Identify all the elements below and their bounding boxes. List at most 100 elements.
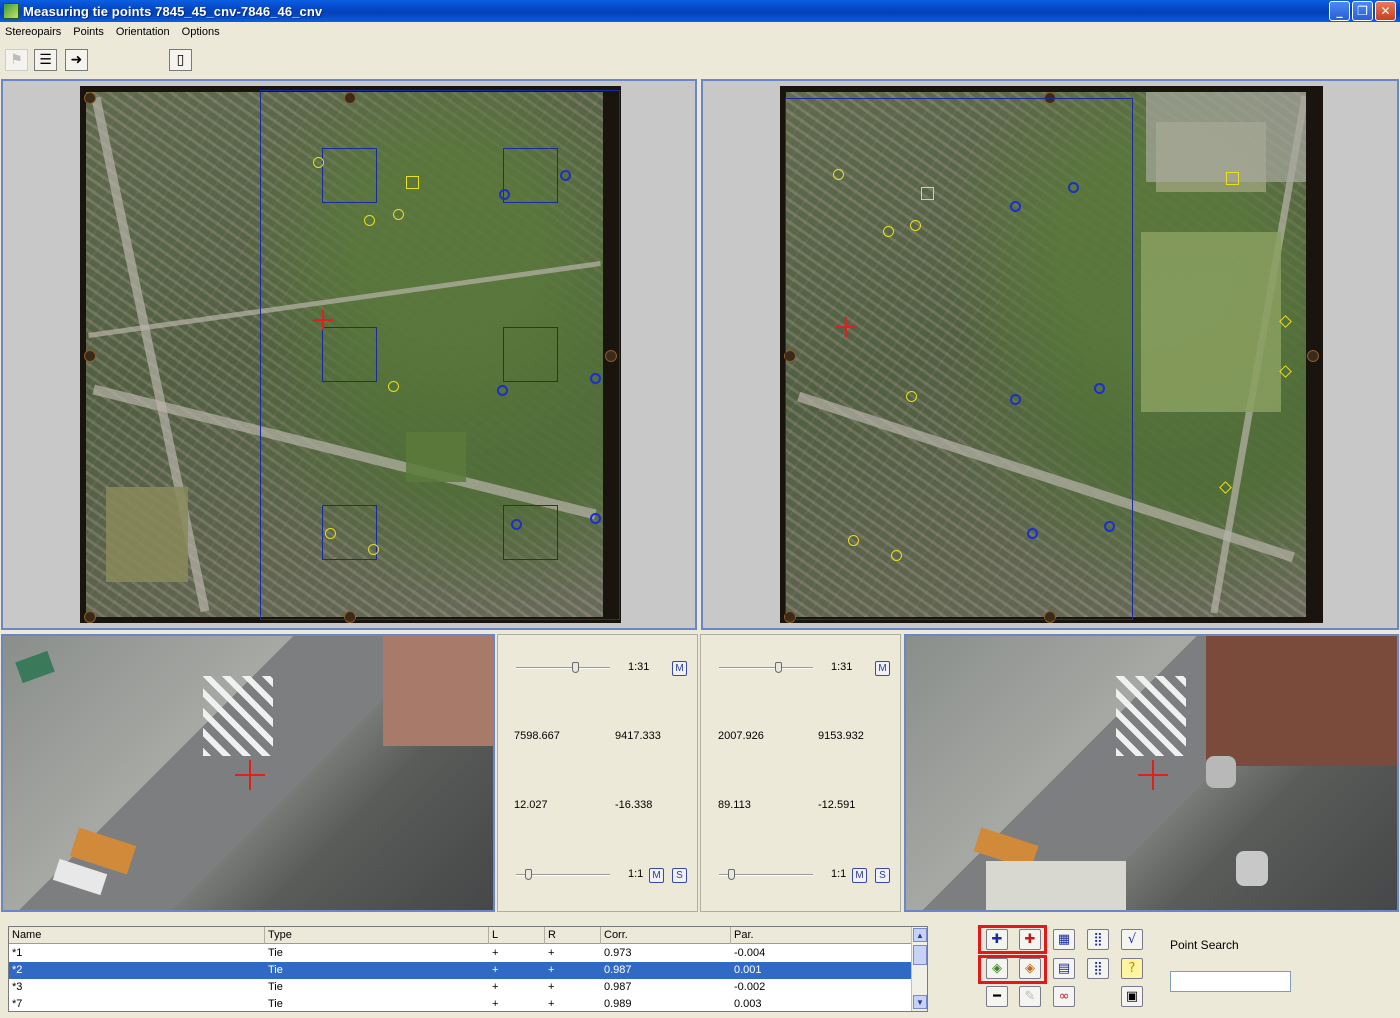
search-box [503,148,558,203]
remove-point-icon[interactable]: ━ [986,986,1008,1007]
tie-point-marker[interactable] [906,391,917,402]
tie-point-marker[interactable] [511,519,522,530]
col-l[interactable]: L [489,927,545,944]
tie-point-marker[interactable] [910,220,921,231]
tie-point-marker[interactable] [560,170,571,181]
right-s-button[interactable]: S [875,868,890,883]
grid-icon[interactable]: ⣿ [1087,958,1109,979]
list-icon[interactable]: ☰ [34,49,57,71]
add-point-red-icon[interactable]: ✚ [1019,929,1041,950]
tie-point-marker[interactable] [393,209,404,220]
table-scrollbar[interactable]: ▲ ▼ [911,927,927,1011]
toolbar: ⚑ ☰ ➜ ▯ [0,44,1400,76]
report-icon[interactable]: ▣ [1121,986,1143,1007]
tie-point-marker[interactable] [891,550,902,561]
left-measure2-button[interactable]: M [649,868,664,883]
add-point-icon[interactable]: ✚ [986,929,1008,950]
tie-point-marker[interactable] [313,157,324,168]
table-row-selected[interactable]: *2 Tie + + 0.987 0.001 [9,962,912,979]
selected-point-cross[interactable] [313,310,333,330]
tie-point-marker[interactable] [883,226,894,237]
tie-point-marker[interactable] [388,381,399,392]
tie-point-marker[interactable] [1068,182,1079,193]
tie-point-marker[interactable] [1010,201,1021,212]
door-icon[interactable]: ▯ [169,49,192,71]
image-add-icon[interactable]: ▦ [1053,929,1075,950]
menu-options[interactable]: Options [182,26,220,38]
tie-point-marker[interactable] [497,385,508,396]
cell-r: + [548,964,555,976]
table-row[interactable]: *3 Tie + + 0.987 -0.002 [9,979,912,996]
auto-measure-all-icon[interactable]: ◈ [1019,958,1041,979]
control-point-marker[interactable] [406,176,419,189]
right-measure2-button[interactable]: M [852,868,867,883]
left-measure-button[interactable]: M [672,661,687,676]
cell-name: *3 [12,981,23,993]
table-row[interactable]: *1 Tie + + 0.973 -0.004 [9,945,912,962]
cell-corr: 0.973 [604,947,632,959]
binoculars-icon[interactable]: ∞ [1053,986,1075,1007]
restore-button[interactable]: ❐ [1352,1,1373,21]
left-zoom-cross[interactable] [235,760,265,790]
point-search-input[interactable] [1170,971,1291,992]
tie-point-marker[interactable] [1010,394,1021,405]
selected-point-cross[interactable] [836,317,856,337]
tie-point-marker[interactable] [848,535,859,546]
flag-icon[interactable]: ⚑ [5,49,28,71]
control-point-marker[interactable] [1226,172,1239,185]
right-dx: 89.113 [718,799,751,811]
left-zoom-label: 1:31 [628,661,650,673]
tie-point-marker[interactable] [364,215,375,226]
tie-point-marker[interactable] [368,544,379,555]
tie-point-marker[interactable] [325,528,336,539]
col-par[interactable]: Par. [731,927,912,944]
right-zoom-cross[interactable] [1138,760,1168,790]
tie-point-marker[interactable] [590,373,601,384]
tie-point-marker[interactable] [499,189,510,200]
menu-points[interactable]: Points [73,26,104,38]
left-s-button[interactable]: S [672,868,687,883]
right-zoom2-label: 1:1 [831,868,847,880]
points-table[interactable]: Name Type L R Corr. Par. *1 Tie + + 0.97… [8,926,928,1012]
col-type[interactable]: Type [265,927,489,944]
right-measure-button[interactable]: M [875,661,890,676]
col-name[interactable]: Name [9,927,265,944]
right-overview-panel[interactable] [701,79,1399,630]
right-zoom-view[interactable] [904,634,1399,912]
scroll-down-icon[interactable]: ▼ [913,995,927,1009]
table-row[interactable]: *7 Tie + + 0.989 0.003 [9,996,912,1011]
right-zoom-slider-thumb[interactable] [775,662,782,673]
grid-add-icon[interactable]: ⣿ [1087,929,1109,950]
right-dy: -12.591 [818,799,856,811]
control-point-marker[interactable] [921,187,934,200]
minimize-button[interactable]: _ [1329,1,1350,21]
right-zoom-slider[interactable] [719,667,813,669]
tie-point-marker[interactable] [1094,383,1105,394]
left-zoom-slider[interactable] [516,667,610,669]
help-icon[interactable]: ? [1121,958,1143,979]
close-button[interactable]: ✕ [1375,1,1396,21]
cell-corr: 0.987 [604,964,632,976]
left-zoom-slider-thumb[interactable] [572,662,579,673]
menu-orientation[interactable]: Orientation [116,26,170,38]
left-overview-panel[interactable] [1,79,697,630]
right-zoom-label: 1:31 [831,661,853,673]
cell-par: -0.004 [734,947,766,959]
tie-point-marker[interactable] [1104,521,1115,532]
right-zoom2-slider-thumb[interactable] [728,869,735,880]
scroll-up-icon[interactable]: ▲ [913,928,927,942]
auto-measure-icon[interactable]: ◈ [986,958,1008,979]
left-zoom-view[interactable] [1,634,495,912]
tie-point-marker[interactable] [1027,528,1038,539]
menu-stereopairs[interactable]: Stereopairs [5,26,61,38]
tie-point-marker[interactable] [833,169,844,180]
left-zoom2-slider-thumb[interactable] [525,869,532,880]
col-r[interactable]: R [545,927,601,944]
formula-icon[interactable]: √ [1121,929,1143,950]
tie-point-marker[interactable] [590,513,601,524]
image-compare-icon[interactable]: ▤ [1053,958,1075,979]
scroll-thumb[interactable] [913,945,927,965]
arrow-right-icon[interactable]: ➜ [65,49,88,71]
pin-icon[interactable]: ✎ [1019,986,1041,1007]
col-corr[interactable]: Corr. [601,927,731,944]
